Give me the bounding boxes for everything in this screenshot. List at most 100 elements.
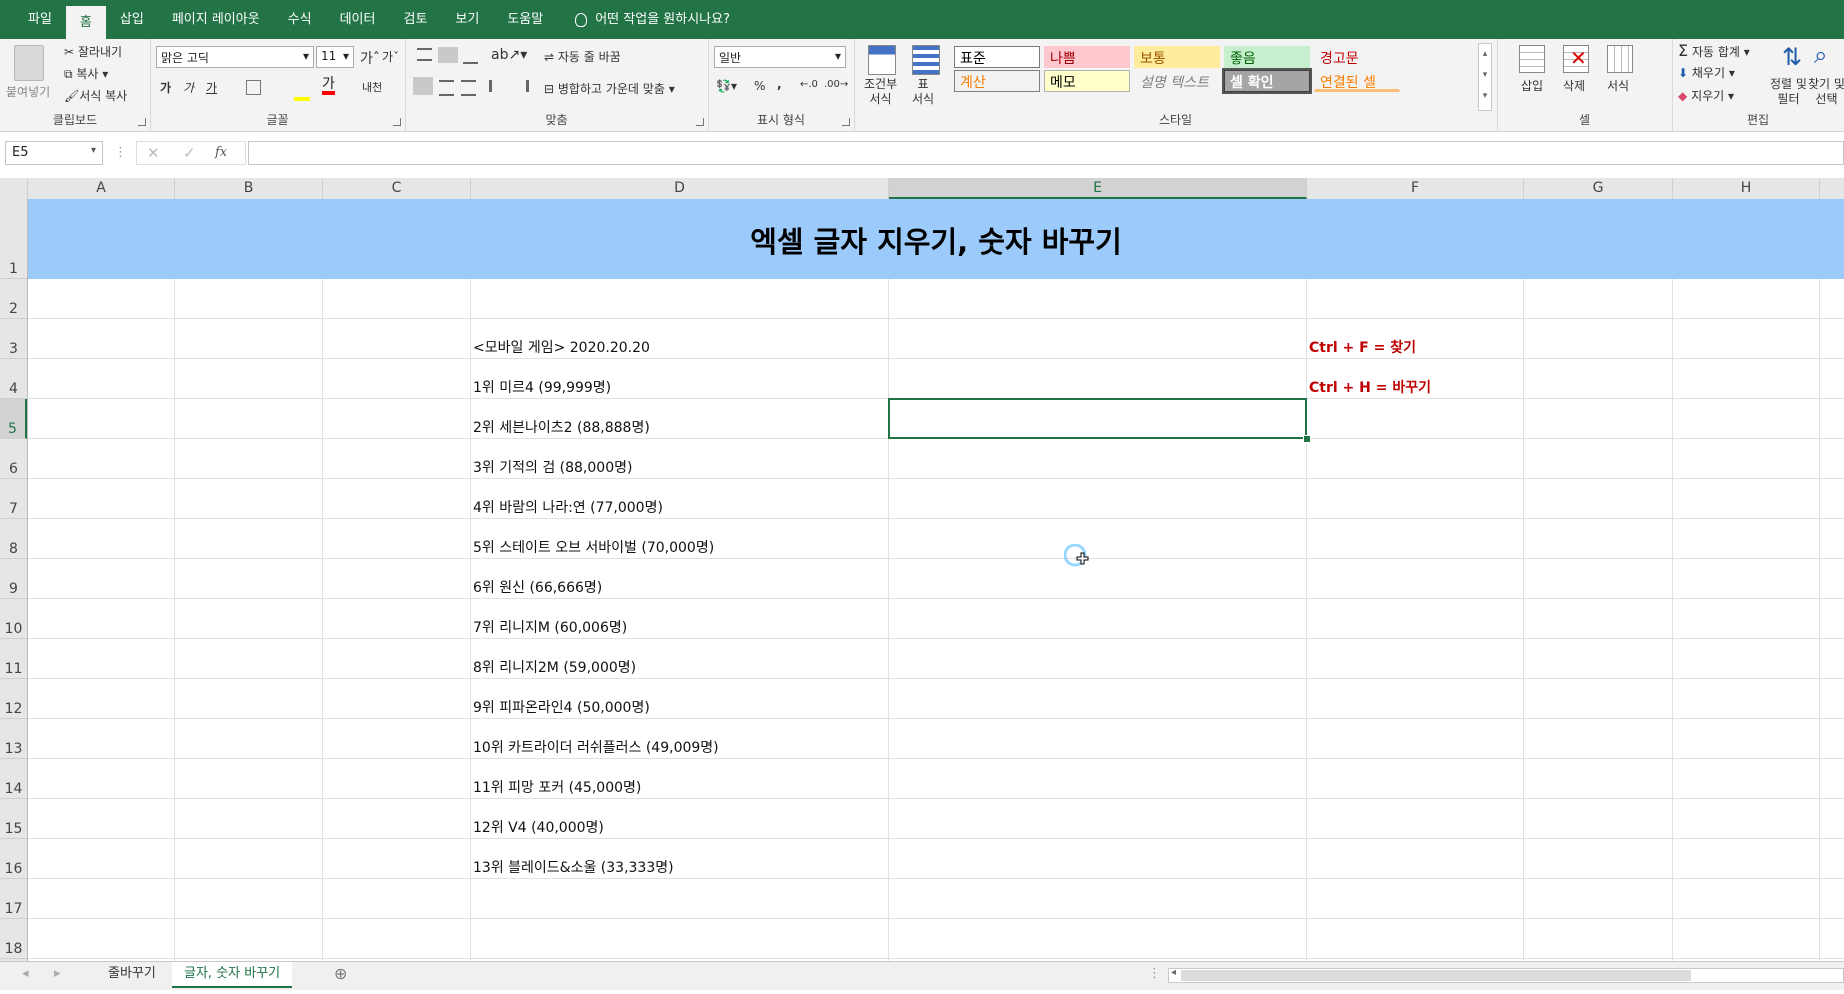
column-header[interactable]: H <box>1673 178 1820 199</box>
conditional-format-button[interactable]: 조건부 서식 <box>864 77 897 107</box>
font-name-select[interactable]: 맑은 고딕 ▾ <box>156 46 314 68</box>
cell-style-option[interactable]: 나쁨 <box>1044 46 1130 68</box>
menu-tab[interactable]: 삽입 <box>106 0 158 39</box>
row-header[interactable]: 17 <box>0 879 27 919</box>
delete-cells-button[interactable]: 삭제 <box>1563 77 1585 94</box>
conditional-format-icon[interactable] <box>868 45 896 75</box>
menu-tab[interactable]: 검토 <box>389 0 441 39</box>
column-header[interactable]: D <box>471 178 889 199</box>
menu-tab[interactable]: 도움말 <box>493 0 557 39</box>
column-header[interactable]: G <box>1524 178 1673 199</box>
cell-style-option[interactable]: 경고문 <box>1314 46 1400 68</box>
fill-handle[interactable] <box>1303 435 1311 443</box>
format-as-table-button[interactable]: 표 서식 <box>912 77 934 107</box>
format-cells-icon[interactable] <box>1607 45 1633 73</box>
row-header[interactable]: 8 <box>0 519 27 559</box>
cancel-icon[interactable]: ✕ <box>147 144 160 162</box>
row-header[interactable]: 9 <box>0 559 27 599</box>
add-sheet-icon[interactable]: ⊕ <box>334 964 347 983</box>
bold-button[interactable]: 가 <box>160 79 171 96</box>
row-header[interactable]: 11 <box>0 639 27 679</box>
split-handle-icon[interactable]: ⋮ <box>1148 966 1161 981</box>
row-header[interactable]: 1 <box>0 199 27 279</box>
prev-sheet-icon[interactable]: ◂ <box>22 966 29 981</box>
autosum-button[interactable]: Σ 자동 합계 ▾ <box>1678 41 1750 60</box>
find-select-button[interactable]: 찾기 및 선택 <box>1808 77 1844 107</box>
selected-cell-e5[interactable] <box>888 398 1307 439</box>
row-header[interactable]: 14 <box>0 759 27 799</box>
format-painter-button[interactable]: 🖌서식 복사 <box>64 87 127 104</box>
row-header[interactable]: 3 <box>0 319 27 359</box>
insert-function-icon[interactable]: fx <box>215 145 227 160</box>
row-header[interactable]: 10 <box>0 599 27 639</box>
cell-style-option[interactable]: 설명 텍스트 <box>1134 70 1220 92</box>
number-format-select[interactable]: 일반 ▾ <box>714 46 846 68</box>
sheet-tab[interactable]: 글자, 숫자 바꾸기 <box>172 962 293 988</box>
find-search-icon[interactable]: ⌕ <box>1814 41 1827 69</box>
cell-style-option[interactable]: 표준 <box>954 46 1040 68</box>
font-color-icon[interactable]: 가 <box>322 77 335 95</box>
align-bottom-icon[interactable] <box>463 53 478 64</box>
italic-button[interactable]: 가 <box>183 79 194 96</box>
row-header[interactable]: 2 <box>0 279 27 319</box>
menu-tab[interactable]: 데이터 <box>326 0 390 39</box>
scroll-left-icon[interactable]: ◂ <box>1171 967 1176 978</box>
sheet-tab[interactable]: 줄바꾸기 <box>96 962 168 986</box>
menu-tab[interactable]: 수식 <box>274 0 326 39</box>
format-cells-button[interactable]: 서식 <box>1607 77 1629 94</box>
paste-icon[interactable] <box>14 45 44 81</box>
cell-style-option[interactable]: 연결된 셀 <box>1314 70 1400 92</box>
alignment-launcher-icon[interactable] <box>696 118 704 126</box>
sort-filter-icon[interactable]: ⇅ <box>1782 43 1802 71</box>
menu-tab[interactable]: 페이지 레이아웃 <box>158 0 274 39</box>
clear-button[interactable]: ◆ 지우기 ▾ <box>1678 87 1734 104</box>
more-options-icon[interactable]: ⋮ <box>114 145 127 160</box>
horizontal-scrollbar[interactable]: ◂ <box>1168 967 1844 983</box>
row-header[interactable]: 5 <box>0 399 27 439</box>
row-header[interactable]: 6 <box>0 439 27 479</box>
name-box[interactable]: E5 ▾ <box>5 141 103 165</box>
copy-button[interactable]: ⧉ 복사 ▾ <box>64 65 108 82</box>
font-launcher-icon[interactable] <box>393 118 401 126</box>
phonetic-icon[interactable]: 내천 <box>362 79 382 95</box>
delete-cells-icon[interactable]: ✕ <box>1563 45 1589 73</box>
gallery-scroll-icon[interactable]: ▴ ▾ ▾ <box>1478 43 1492 111</box>
increase-decimal-icon[interactable]: ←.0 <box>800 79 818 90</box>
cut-button[interactable]: ✂ 잘라내기 <box>64 43 122 60</box>
fill-color-icon[interactable] <box>294 79 310 101</box>
border-icon[interactable] <box>246 80 261 95</box>
row-header[interactable]: 13 <box>0 719 27 759</box>
clipboard-launcher-icon[interactable] <box>138 118 146 126</box>
select-all-corner[interactable] <box>0 178 28 199</box>
merge-center-button[interactable]: ⊟ 병합하고 가운데 맞춤 ▾ <box>544 80 675 97</box>
number-launcher-icon[interactable] <box>842 118 850 126</box>
row-header[interactable]: 7 <box>0 479 27 519</box>
align-middle-icon[interactable] <box>438 47 458 63</box>
decrease-indent-icon[interactable] <box>489 80 507 92</box>
row-header[interactable]: 18 <box>0 919 27 959</box>
column-header[interactable]: B <box>175 178 323 199</box>
paste-button[interactable]: 붙여넣기 <box>6 83 50 100</box>
shrink-font-icon[interactable]: 가ˇ <box>382 48 399 65</box>
column-header[interactable]: F <box>1307 178 1524 199</box>
underline-button[interactable]: 가 <box>206 79 217 96</box>
cell-style-option[interactable]: 좋음 <box>1224 46 1310 68</box>
wrap-text-button[interactable]: ⇌ 자동 줄 바꿈 <box>544 48 621 65</box>
insert-cells-icon[interactable] <box>1519 45 1545 73</box>
font-size-select[interactable]: 11 ▾ <box>316 46 354 68</box>
column-header[interactable]: A <box>28 178 175 199</box>
sort-filter-button[interactable]: 정렬 및 필터 <box>1770 77 1807 107</box>
format-as-table-icon[interactable] <box>912 45 940 75</box>
align-top-icon[interactable] <box>417 48 432 61</box>
percent-button[interactable]: % <box>754 79 765 93</box>
menu-tab[interactable]: 홈 <box>65 6 106 39</box>
tell-me-box[interactable]: 어떤 작업을 원하시나요? <box>575 0 730 39</box>
cell-style-option[interactable]: 계산 <box>954 70 1040 92</box>
cell-style-option[interactable]: 보통 <box>1134 46 1220 68</box>
next-sheet-icon[interactable]: ▸ <box>54 966 61 981</box>
comma-button[interactable]: , <box>777 77 782 91</box>
menu-tab[interactable]: 파일 <box>14 0 66 39</box>
column-header[interactable]: E <box>889 178 1307 199</box>
fill-button[interactable]: ⬇ 채우기 ▾ <box>1678 64 1735 81</box>
row-header[interactable]: 4 <box>0 359 27 399</box>
